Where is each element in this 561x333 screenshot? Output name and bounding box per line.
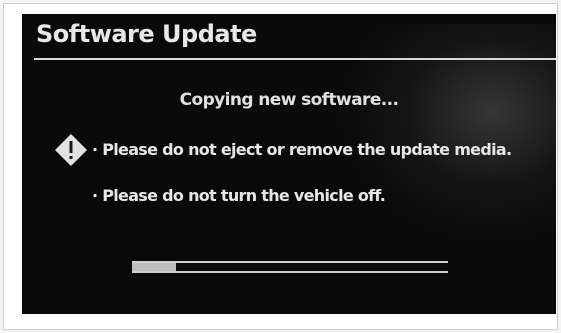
software-update-screen: Software Update Copying new software... … — [22, 14, 556, 314]
title-divider — [34, 58, 556, 60]
page-title: Software Update — [36, 20, 257, 48]
progress-fill — [132, 263, 177, 271]
progress-track-top — [132, 261, 448, 263]
progress-track-bottom — [132, 271, 448, 273]
warning-eject-media: · Please do not eject or remove the upda… — [92, 140, 512, 159]
warning-diamond-icon — [55, 134, 87, 166]
screenshot-frame: Software Update Copying new software... … — [3, 3, 558, 330]
progress-bar — [132, 259, 448, 275]
screen-glare — [336, 24, 556, 244]
status-text: Copying new software... — [179, 90, 399, 110]
warning-vehicle-off: · Please do not turn the vehicle off. — [92, 186, 386, 205]
